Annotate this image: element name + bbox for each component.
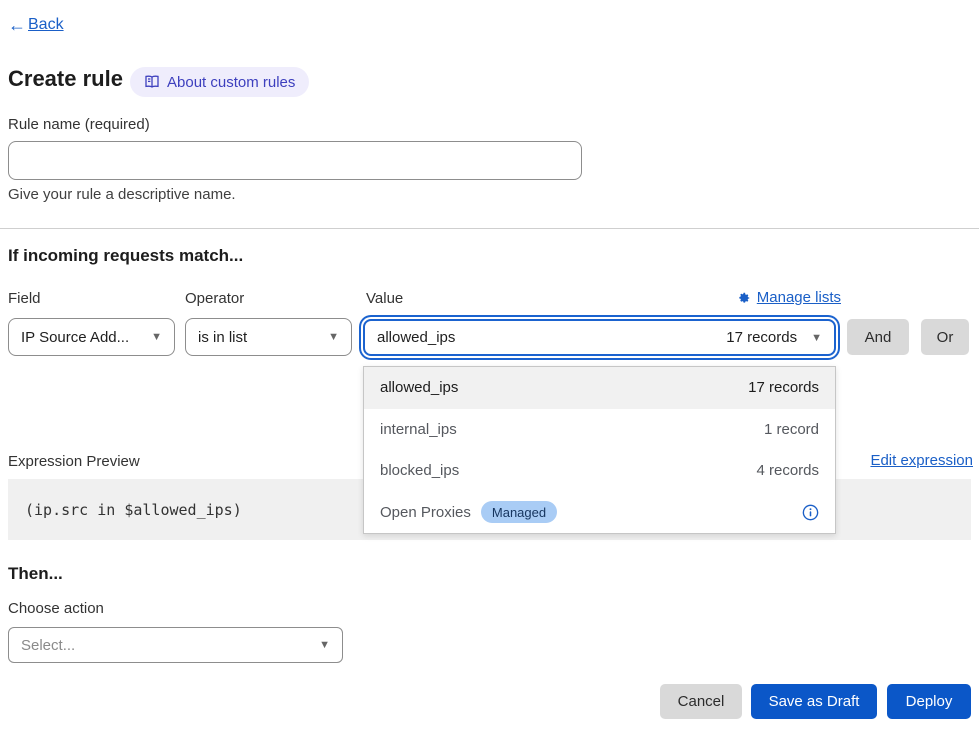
field-select[interactable]: IP Source Add... ▼ [8,318,175,356]
back-arrow-icon: ← [8,16,26,34]
value-select-count: 17 records [726,329,797,346]
gear-icon [737,291,751,305]
save-draft-button[interactable]: Save as Draft [751,684,877,719]
chevron-down-icon: ▼ [811,332,822,344]
about-custom-rules-link[interactable]: About custom rules [130,67,309,97]
operator-select-value: is in list [198,329,247,346]
manage-lists-link[interactable]: Manage lists [737,289,841,306]
field-select-value: IP Source Add... [21,329,129,346]
list-item-open-proxies[interactable]: Open Proxies Managed [364,492,835,534]
chevron-down-icon: ▼ [151,331,162,343]
field-label: Field [8,290,41,307]
list-item-name: internal_ips [380,421,457,438]
info-icon[interactable] [802,504,819,521]
list-item-name: Open Proxies [380,504,471,521]
list-item-allowed-ips[interactable]: allowed_ips 17 records [364,367,835,409]
expression-code: (ip.src in $allowed_ips) [25,501,242,519]
chevron-down-icon: ▼ [328,331,339,343]
match-section-heading: If incoming requests match... [8,246,243,266]
choose-action-label: Choose action [8,600,104,617]
list-item-name: allowed_ips [380,379,458,396]
list-item-count: 4 records [756,462,819,479]
book-icon [144,75,160,89]
value-select[interactable]: allowed_ips 17 records ▼ [363,319,836,356]
operator-select[interactable]: is in list ▼ [185,318,352,356]
manage-lists-label: Manage lists [757,289,841,306]
page-title: Create rule [8,66,123,92]
deploy-button[interactable]: Deploy [887,684,971,719]
list-item-count: 1 record [764,421,819,438]
edit-expression-link[interactable]: Edit expression [870,452,973,469]
back-label: Back [28,16,64,34]
rule-name-helper: Give your rule a descriptive name. [8,186,236,203]
cancel-button[interactable]: Cancel [660,684,742,719]
chevron-down-icon: ▼ [319,639,330,651]
about-custom-rules-label: About custom rules [167,74,295,91]
rule-name-label: Rule name (required) [8,116,150,133]
value-label: Value [366,290,403,307]
managed-badge: Managed [481,501,557,523]
and-button[interactable]: And [847,319,909,355]
then-heading: Then... [8,564,63,584]
operator-label: Operator [185,290,244,307]
back-link[interactable]: ← Back [8,16,64,34]
action-select-placeholder: Select... [21,637,75,654]
value-select-value: allowed_ips [377,329,455,346]
value-dropdown-panel: allowed_ips 17 records internal_ips 1 re… [363,366,836,534]
expression-preview-label: Expression Preview [8,453,140,470]
or-button[interactable]: Or [921,319,969,355]
rule-name-input[interactable] [8,141,582,180]
list-item-name: blocked_ips [380,462,459,479]
list-item-count: 17 records [748,379,819,396]
list-item-internal-ips[interactable]: internal_ips 1 record [364,409,835,451]
action-select[interactable]: Select... ▼ [8,627,343,663]
list-item-blocked-ips[interactable]: blocked_ips 4 records [364,450,835,492]
section-divider [0,228,979,229]
